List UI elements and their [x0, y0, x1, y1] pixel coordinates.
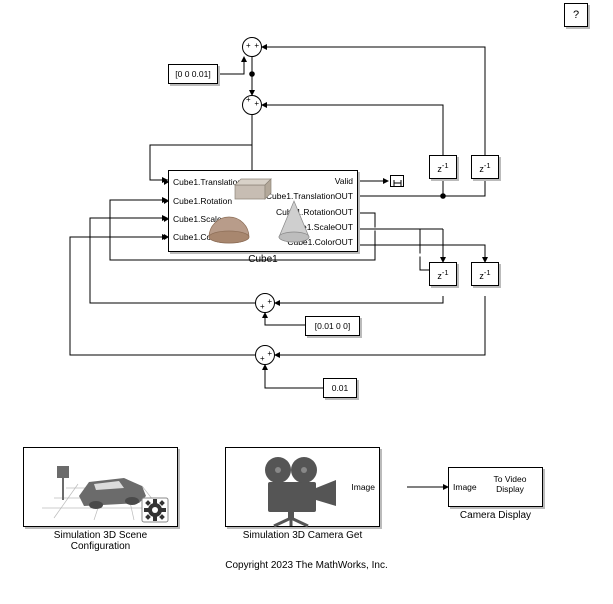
constant-c2-value: [0.01 0 0]	[315, 321, 350, 331]
delay-z-4: z-1	[479, 268, 490, 281]
delay-z-1: z-1	[437, 161, 448, 174]
delay-z-2: z-1	[479, 161, 490, 174]
scene-config-caption: Simulation 3D Scene Configuration	[23, 530, 178, 552]
camera-out-image-label: Image	[351, 482, 375, 492]
cube1-geometry-icon	[169, 171, 359, 253]
sum-block-1[interactable]: + +	[242, 37, 262, 57]
video-display-block[interactable]: Image To Video Display	[448, 467, 543, 507]
display-text-line1: To Video	[484, 474, 536, 484]
display-in-image-label: Image	[453, 482, 477, 492]
sum-block-4[interactable]: + +	[255, 345, 275, 365]
cube1-caption: Cube1	[168, 254, 358, 265]
terminator-block[interactable]	[390, 175, 404, 187]
constant-block-c1[interactable]: [0 0 0.01]	[168, 64, 218, 84]
camera-caption: Simulation 3D Camera Get	[225, 530, 380, 541]
scene-config-block[interactable]	[23, 447, 178, 527]
scene-config-icon	[24, 448, 179, 528]
constant-c3-value: 0.01	[332, 383, 349, 393]
sum-block-3[interactable]: + +	[255, 293, 275, 313]
display-caption: Camera Display	[448, 510, 543, 521]
delay-z-3: z-1	[437, 268, 448, 281]
unit-delay-1[interactable]: z-1	[429, 155, 457, 179]
camera-get-block[interactable]: Image	[225, 447, 380, 527]
constant-c1-value: [0 0 0.01]	[175, 69, 210, 79]
unit-delay-3[interactable]: z-1	[429, 262, 457, 286]
unit-delay-4[interactable]: z-1	[471, 262, 499, 286]
constant-block-c3[interactable]: 0.01	[323, 378, 357, 398]
constant-block-c2[interactable]: [0.01 0 0]	[305, 316, 360, 336]
display-text-line2: Display	[484, 484, 536, 494]
help-button[interactable]: ?	[564, 3, 588, 27]
unit-delay-2[interactable]: z-1	[471, 155, 499, 179]
cube1-block[interactable]: Cube1.Translation Cube1.Rotation Cube1.S…	[168, 170, 358, 252]
help-icon: ?	[573, 9, 579, 21]
copyright-footer: Copyright 2023 The MathWorks, Inc.	[0, 560, 613, 571]
sum-block-2[interactable]: + +	[242, 95, 262, 115]
